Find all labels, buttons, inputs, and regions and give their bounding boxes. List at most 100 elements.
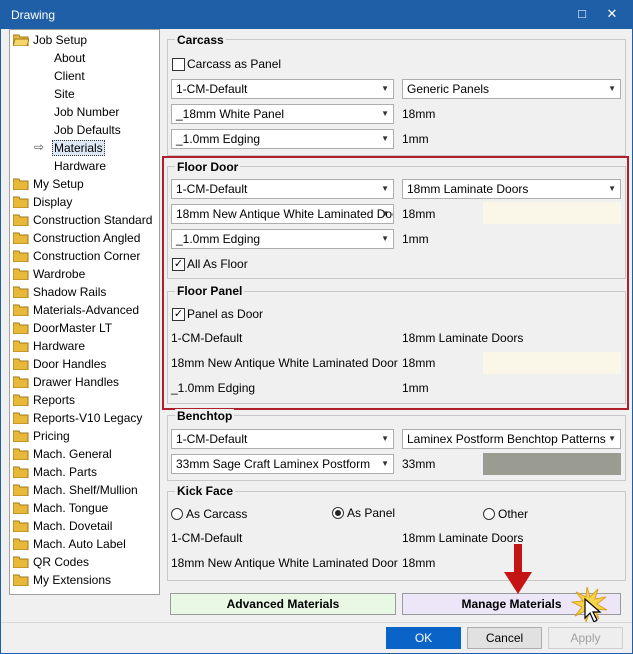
tree-item-hardware[interactable]: Hardware — [13, 337, 85, 355]
floor-door-edging-select[interactable]: _1.0mm Edging ▼ — [171, 229, 394, 249]
tree-item-qr-codes[interactable]: QR Codes — [13, 553, 89, 571]
dropdown-caret-icon: ▼ — [608, 84, 616, 93]
tree-item-reports-v10-legacy[interactable]: Reports-V10 Legacy — [13, 409, 142, 427]
tree-item-display[interactable]: Display — [13, 193, 72, 211]
all-as-floor-checkbox[interactable]: ✓ — [172, 258, 185, 271]
tree-item-mach-shelf-mullion[interactable]: Mach. Shelf/Mullion — [13, 481, 138, 499]
floor-panel-material-swatch — [483, 352, 621, 374]
folder-icon — [13, 376, 29, 388]
tree-item-door-handles[interactable]: Door Handles — [13, 355, 106, 373]
carcass-edging-select[interactable]: _1.0mm Edging ▼ — [171, 129, 394, 149]
floor-panel-profile: 1-CM-Default — [171, 331, 243, 345]
as-carcass-label: As Carcass — [186, 507, 248, 521]
folder-icon — [13, 358, 29, 370]
folder-icon — [13, 466, 29, 478]
tree-item-label: QR Codes — [33, 555, 90, 569]
tree-item-mach-auto-label[interactable]: Mach. Auto Label — [13, 535, 126, 553]
cancel-button[interactable]: Cancel — [467, 627, 542, 649]
as-panel-label: As Panel — [347, 506, 396, 520]
dropdown-caret-icon: ▼ — [381, 209, 389, 218]
folder-icon — [13, 538, 29, 550]
dropdown-caret-icon: ▼ — [381, 459, 389, 468]
tree-item-label: Wardrobe — [33, 267, 86, 281]
tree-item-my-setup[interactable]: My Setup — [13, 175, 84, 193]
benchtop-material-select[interactable]: 33mm Sage Craft Laminex Postform ▼ — [171, 454, 394, 474]
tree-item-label: Construction Corner — [33, 249, 141, 263]
select-value: 1-CM-Default — [176, 82, 248, 96]
floor-door-profile-select[interactable]: 1-CM-Default ▼ — [171, 179, 394, 199]
carcass-edging-thickness: 1mm — [402, 132, 429, 146]
folder-icon — [13, 322, 29, 334]
floor-panel-title: Floor Panel — [175, 284, 245, 298]
select-value: 1-CM-Default — [176, 182, 248, 196]
tree-item-job-defaults[interactable]: Job Defaults — [54, 121, 121, 139]
tree-item-site[interactable]: Site — [54, 85, 75, 103]
tree-item-my-extensions[interactable]: My Extensions — [13, 571, 111, 589]
tree-item-mach-dovetail[interactable]: Mach. Dovetail — [13, 517, 112, 535]
carcass-panel-type-select[interactable]: Generic Panels ▼ — [402, 79, 621, 99]
tree-item-label: Mach. Shelf/Mullion — [33, 483, 138, 497]
floor-panel-material-thickness: 18mm — [402, 356, 436, 370]
select-value: _1.0mm Edging — [176, 232, 261, 246]
tree-item-mach-tongue[interactable]: Mach. Tongue — [13, 499, 108, 517]
tree-item-label: Reports — [33, 393, 76, 407]
tree-item-mach-parts[interactable]: Mach. Parts — [13, 463, 97, 481]
dropdown-caret-icon: ▼ — [381, 434, 389, 443]
benchtop-thickness: 33mm — [402, 457, 436, 471]
tree-item-hardware-sub[interactable]: Hardware — [54, 157, 106, 175]
benchtop-pattern-select[interactable]: Laminex Postform Benchtop Patterns ▼ — [402, 429, 621, 449]
maximize-button[interactable]: □ — [569, 3, 595, 25]
select-value: _1.0mm Edging — [176, 132, 261, 146]
tree-item-construction-standard[interactable]: Construction Standard — [13, 211, 152, 229]
tree-item-about[interactable]: About — [54, 49, 85, 67]
tree-item-mach-general[interactable]: Mach. General — [13, 445, 112, 463]
tree-item-label: Construction Standard — [33, 213, 153, 227]
tree-item-doormaster-lt[interactable]: DoorMaster LT — [13, 319, 112, 337]
tree-item-client[interactable]: Client — [54, 67, 85, 85]
dropdown-caret-icon: ▼ — [381, 234, 389, 243]
as-panel-radio[interactable] — [332, 507, 344, 519]
other-label: Other — [498, 507, 529, 521]
floor-panel-edging: _1.0mm Edging — [171, 381, 256, 395]
panel-as-door-checkbox[interactable]: ✓ — [172, 308, 185, 321]
tree-item-job-setup[interactable]: Job Setup — [13, 31, 87, 49]
tree-item-label: Drawer Handles — [33, 375, 120, 389]
tree-item-job-number[interactable]: Job Number — [54, 103, 119, 121]
tree-item-drawer-handles[interactable]: Drawer Handles — [13, 373, 119, 391]
select-value: 1-CM-Default — [176, 432, 248, 446]
drawing-dialog: Drawing □ ✕ Job Setup About Client Site … — [0, 0, 633, 654]
select-value: Laminex Postform Benchtop Patterns — [407, 432, 606, 446]
tree-item-construction-corner[interactable]: Construction Corner — [13, 247, 140, 265]
tree-item-label: Mach. Tongue — [33, 501, 109, 515]
tree-item-label: Mach. Dovetail — [33, 519, 113, 533]
tree-item-construction-angled[interactable]: Construction Angled — [13, 229, 140, 247]
carcass-profile-select[interactable]: 1-CM-Default ▼ — [171, 79, 394, 99]
kick-face-material-thickness: 18mm — [402, 556, 436, 570]
folder-icon — [13, 232, 29, 244]
tree-item-shadow-rails[interactable]: Shadow Rails — [13, 283, 106, 301]
advanced-materials-button[interactable]: Advanced Materials — [170, 593, 396, 615]
tree-item-label: Materials-Advanced — [33, 303, 140, 317]
tree-item-pricing[interactable]: Pricing — [13, 427, 70, 445]
floor-panel-edging-thickness: 1mm — [402, 381, 429, 395]
benchtop-material-swatch — [483, 453, 621, 475]
apply-button[interactable]: Apply — [548, 627, 623, 649]
all-as-floor-label: All As Floor — [187, 257, 248, 271]
settings-tree[interactable]: Job Setup About Client Site Job Number J… — [9, 29, 160, 595]
tree-item-label: Reports-V10 Legacy — [33, 411, 143, 425]
ok-button[interactable]: OK — [386, 627, 461, 649]
tree-item-materials-advanced[interactable]: Materials-Advanced — [13, 301, 139, 319]
floor-door-material-select[interactable]: 18mm New Antique White Laminated Door ▼ — [171, 204, 394, 224]
close-button[interactable]: ✕ — [599, 3, 625, 25]
tree-item-wardrobe[interactable]: Wardrobe — [13, 265, 85, 283]
tree-item-materials[interactable]: Materials — [52, 139, 105, 157]
floor-door-type-select[interactable]: 18mm Laminate Doors ▼ — [402, 179, 621, 199]
carcass-as-panel-checkbox[interactable] — [172, 58, 185, 71]
tree-item-label: Materials — [52, 140, 105, 156]
select-value: 18mm New Antique White Laminated Door — [176, 207, 394, 221]
other-radio[interactable] — [483, 508, 495, 520]
benchtop-profile-select[interactable]: 1-CM-Default ▼ — [171, 429, 394, 449]
as-carcass-radio[interactable] — [171, 508, 183, 520]
carcass-material-select[interactable]: _18mm White Panel ▼ — [171, 104, 394, 124]
tree-item-reports[interactable]: Reports — [13, 391, 75, 409]
